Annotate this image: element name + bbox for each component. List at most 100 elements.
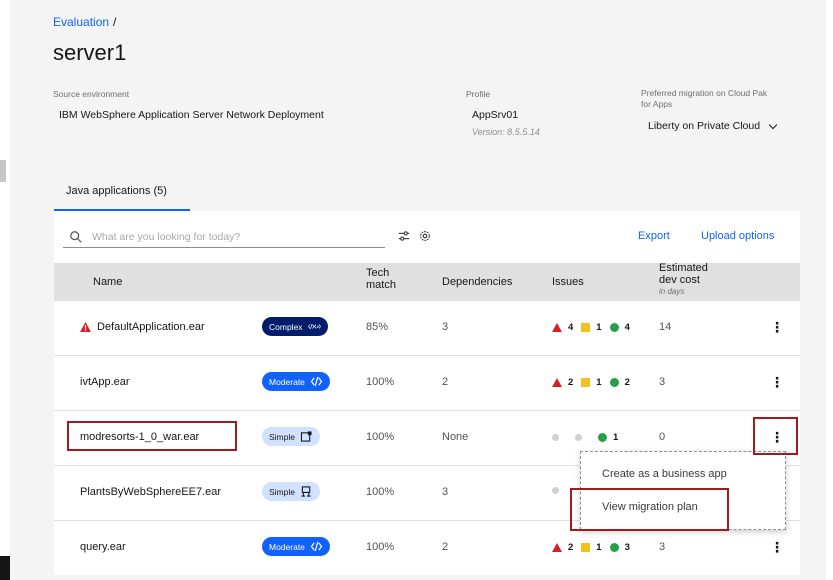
warning-count: 1 (596, 542, 602, 553)
info-count: 1 (613, 432, 619, 443)
search-field[interactable] (63, 226, 385, 248)
issues-summary: 1 (552, 432, 618, 443)
estimated-cost: 3 (659, 541, 666, 553)
info-issue-icon (598, 433, 607, 442)
overflow-menu-icon[interactable]: ⋮ (770, 320, 784, 334)
app-name-cell: DefaultApplication.ear (80, 321, 205, 333)
header-tech-match-line1: Tech (366, 267, 390, 279)
highlight-overflow-menu (753, 417, 798, 455)
info-issue-icon (609, 378, 619, 387)
overflow-menu-icon[interactable]: ⋮ (770, 375, 784, 389)
tech-match: 100% (366, 486, 395, 498)
source-environment-value: IBM WebSphere Application Server Network… (59, 109, 324, 121)
tab-java-applications[interactable]: Java applications (5) (54, 174, 190, 211)
code-icon: # (307, 323, 321, 330)
warning-issue-icon (581, 543, 591, 552)
app-name[interactable]: ivtApp.ear (80, 376, 130, 388)
estimated-cost: 3 (659, 376, 666, 388)
breadcrumb-evaluation[interactable]: Evaluation (53, 15, 109, 29)
complexity-tag: Moderate (262, 537, 330, 556)
code-icon (310, 376, 323, 387)
table-row[interactable]: DefaultApplication.ear Complex # 85% 3 4… (54, 301, 800, 356)
complexity-label: Moderate (269, 541, 305, 552)
container-icon (300, 431, 312, 442)
estimated-cost: 14 (659, 321, 672, 333)
dependencies: None (442, 431, 469, 443)
complexity-tag: Complex # (262, 317, 328, 336)
app-name-cell: PlantsByWebSphereEE7.ear (80, 486, 221, 498)
info-issue-icon (609, 323, 619, 332)
dependencies: 2 (442, 376, 449, 388)
export-button[interactable]: Export (638, 230, 670, 242)
app-name[interactable]: PlantsByWebSphereEE7.ear (80, 486, 221, 498)
header-issues[interactable]: Issues (552, 276, 584, 288)
dependencies: 3 (442, 486, 449, 498)
page-title: server1 (53, 40, 127, 65)
left-edge-notch (0, 160, 6, 182)
preferred-migration-select[interactable]: Liberty on Private Cloud (648, 120, 778, 132)
network-icon (301, 486, 311, 497)
search-input[interactable] (92, 230, 372, 243)
gear-icon[interactable] (418, 229, 432, 243)
header-dependencies[interactable]: Dependencies (442, 276, 512, 288)
right-edge (826, 0, 833, 580)
warning-issue-icon (575, 434, 582, 441)
critical-count: 2 (568, 377, 574, 388)
header-tech-match[interactable]: Tech match (366, 267, 396, 291)
table-row[interactable]: ivtApp.ear Moderate 100% 2 2 1 2 3 ⋮ (54, 356, 800, 411)
preferred-migration-label-line2: for Apps (641, 99, 673, 109)
upload-options-button[interactable]: Upload options (701, 230, 774, 242)
warning-issue-icon (581, 323, 591, 332)
app-name[interactable]: query.ear (80, 541, 126, 553)
complexity-label: Simple (269, 486, 295, 497)
app-name[interactable]: DefaultApplication.ear (97, 321, 205, 333)
overflow-menu-icon[interactable]: ⋮ (770, 540, 784, 554)
header-cost-line1: Estimated (659, 262, 708, 274)
issues-summary: 2 1 2 (552, 377, 630, 388)
issues-summary: 2 1 3 (552, 542, 630, 553)
header-cost-sub: in days (659, 287, 685, 296)
header-cost-line2: dev cost (659, 274, 700, 286)
app-name-cell: query.ear (80, 541, 126, 553)
critical-issue-icon (552, 378, 562, 387)
dependencies: 2 (442, 541, 449, 553)
critical-count: 2 (568, 542, 574, 553)
critical-issue-icon (552, 323, 562, 332)
breadcrumb-separator: / (113, 15, 117, 29)
profile-value: AppSrv01 (472, 109, 519, 121)
complexity-label: Moderate (269, 376, 305, 387)
tech-match: 100% (366, 376, 395, 388)
info-issue-icon (609, 543, 619, 552)
code-icon (310, 541, 323, 552)
header-estimated-cost[interactable]: Estimated dev cost in days (659, 262, 708, 298)
breadcrumb: Evaluation / (53, 15, 116, 29)
dependencies: 3 (442, 321, 449, 333)
complexity-label: Complex (269, 321, 303, 332)
critical-issue-icon (552, 487, 559, 494)
menu-item-create-business-app[interactable]: Create as a business app (581, 460, 785, 490)
critical-issue-icon (552, 543, 562, 552)
warning-count: 1 (596, 377, 602, 388)
main-content: Evaluation / server1 Source environment I… (10, 0, 826, 580)
preferred-migration-label: Preferred migration on Cloud Pak for App… (641, 88, 767, 110)
search-icon (70, 230, 82, 243)
info-count: 3 (624, 542, 630, 553)
header-name[interactable]: Name (93, 276, 122, 288)
complexity-tag: Moderate (262, 372, 330, 391)
preferred-migration-label-line1: Preferred migration on Cloud Pak (641, 88, 768, 98)
complexity-label: Simple (269, 431, 295, 442)
estimated-cost: 0 (659, 431, 666, 443)
info-count: 4 (624, 322, 630, 333)
complexity-tag: Simple (262, 427, 320, 446)
complexity-tag: Simple (262, 482, 320, 501)
warning-count: 1 (596, 322, 602, 333)
profile-version: Version: 8.5.5.14 (472, 127, 540, 137)
left-edge (0, 0, 10, 580)
highlight-app-name (67, 421, 237, 451)
filter-settings-icon[interactable] (397, 229, 411, 243)
highlight-view-migration-plan (570, 488, 729, 531)
warning-issue-icon (581, 378, 591, 387)
critical-count: 4 (568, 322, 574, 333)
info-count: 2 (624, 377, 630, 388)
critical-issue-icon (552, 434, 559, 441)
